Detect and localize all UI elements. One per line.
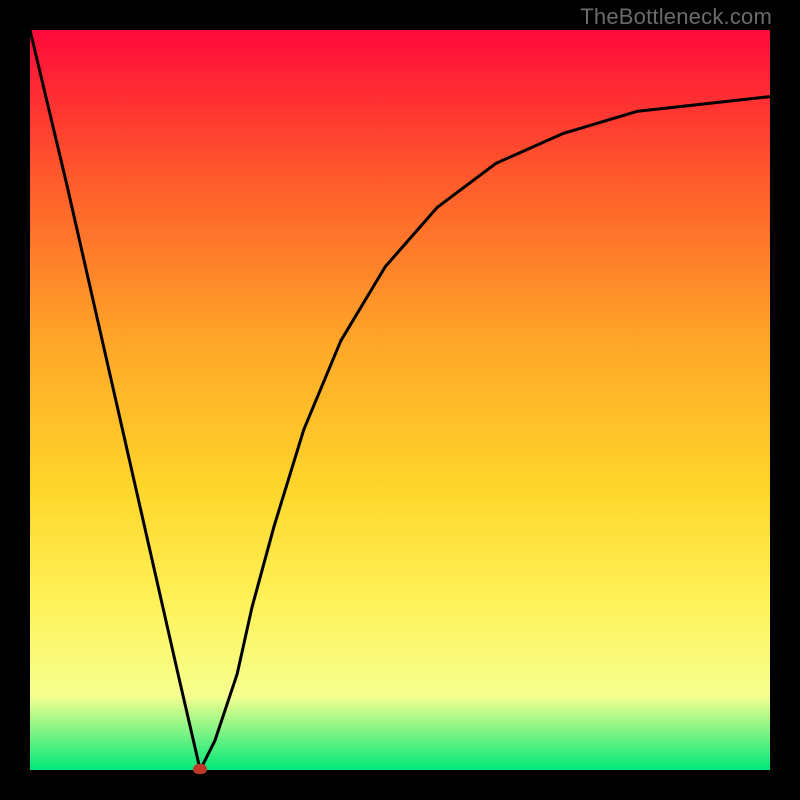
chart-frame: { "watermark": "TheBottleneck.com", "col… (0, 0, 800, 800)
watermark-text: TheBottleneck.com (580, 4, 772, 30)
plot-area (30, 30, 770, 770)
bottleneck-curve (30, 30, 770, 770)
minimum-marker (193, 764, 207, 774)
